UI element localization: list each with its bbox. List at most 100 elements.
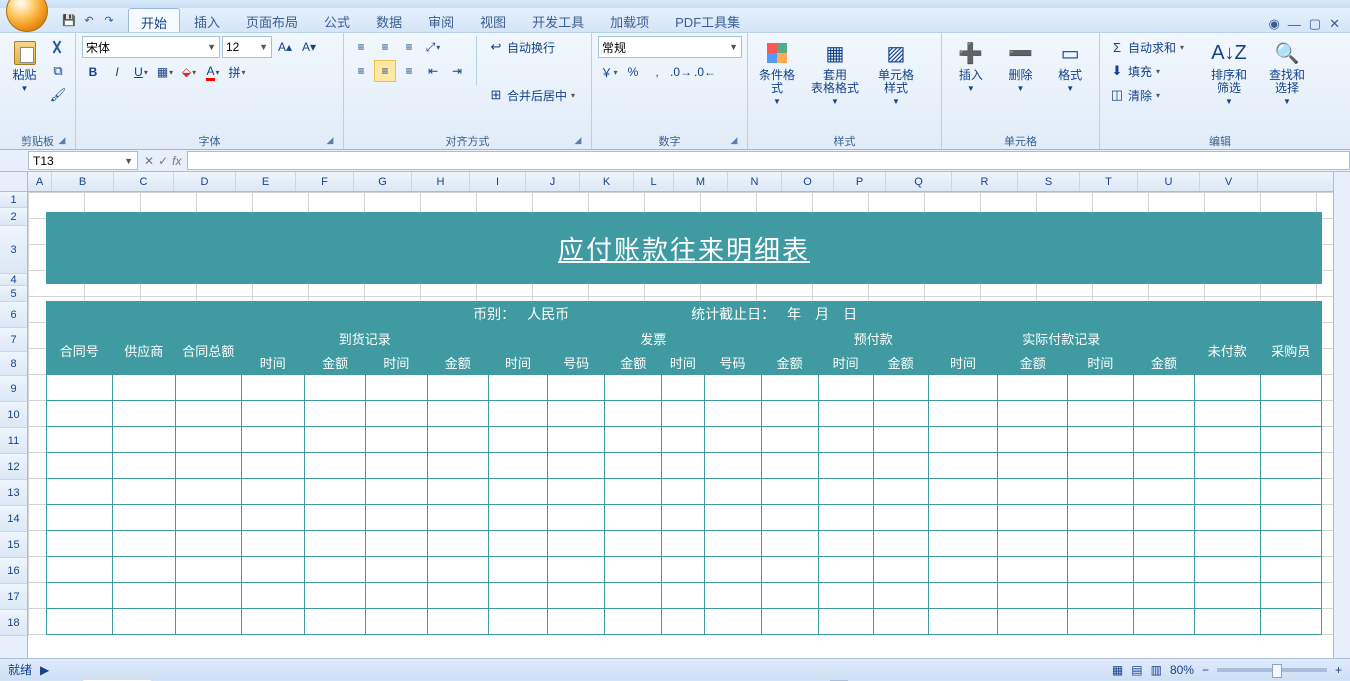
table-cell[interactable]: [605, 453, 662, 479]
table-cell[interactable]: [662, 557, 704, 583]
table-cell[interactable]: [928, 427, 998, 453]
col-header[interactable]: E: [236, 172, 296, 191]
row-header[interactable]: 5: [0, 286, 27, 302]
table-cell[interactable]: [998, 505, 1068, 531]
cancel-formula-icon[interactable]: ✕: [144, 154, 154, 168]
table-cell[interactable]: [548, 505, 605, 531]
name-box[interactable]: T13▼: [28, 151, 138, 170]
table-cell[interactable]: [704, 531, 761, 557]
col-header[interactable]: B: [52, 172, 114, 191]
table-cell[interactable]: [427, 479, 488, 505]
row-header[interactable]: 3: [0, 226, 27, 274]
table-cell[interactable]: [704, 557, 761, 583]
row-header[interactable]: 1: [0, 192, 27, 208]
qat-undo-icon[interactable]: ↶: [80, 11, 98, 29]
autosum-button[interactable]: Σ自动求和: [1106, 36, 1198, 58]
table-cell[interactable]: [662, 479, 704, 505]
table-cell[interactable]: [241, 479, 304, 505]
col-header[interactable]: R: [952, 172, 1018, 191]
table-cell[interactable]: [427, 583, 488, 609]
table-cell[interactable]: [488, 609, 547, 635]
table-cell[interactable]: [605, 609, 662, 635]
table-cell[interactable]: [1195, 505, 1261, 531]
ribbon-tab-5[interactable]: 审阅: [416, 8, 466, 32]
table-cell[interactable]: [488, 401, 547, 427]
borders-button[interactable]: ▦: [154, 61, 176, 83]
table-cell[interactable]: [427, 557, 488, 583]
table-cell[interactable]: [304, 427, 365, 453]
table-cell[interactable]: [548, 557, 605, 583]
help-icon[interactable]: ◉: [1268, 16, 1279, 32]
table-cell[interactable]: [47, 427, 113, 453]
row-header[interactable]: 2: [0, 208, 27, 226]
table-cell[interactable]: [761, 375, 818, 401]
table-cell[interactable]: [761, 479, 818, 505]
col-header[interactable]: M: [674, 172, 728, 191]
table-cell[interactable]: [1068, 583, 1134, 609]
view-pagebreak-icon[interactable]: ▥: [1151, 663, 1162, 677]
ribbon-tab-3[interactable]: 公式: [312, 8, 362, 32]
table-cell[interactable]: [1068, 479, 1134, 505]
table-cell[interactable]: [175, 609, 241, 635]
table-cell[interactable]: [704, 375, 761, 401]
table-cell[interactable]: [548, 531, 605, 557]
table-cell[interactable]: [818, 401, 873, 427]
decrease-indent-button[interactable]: ⇤: [422, 60, 444, 82]
table-cell[interactable]: [1260, 401, 1321, 427]
table-cell[interactable]: [241, 531, 304, 557]
table-cell[interactable]: [488, 531, 547, 557]
table-cell[interactable]: [175, 375, 241, 401]
table-cell[interactable]: [366, 505, 427, 531]
dialog-launcher-icon[interactable]: ◢: [323, 135, 337, 149]
table-cell[interactable]: [928, 375, 998, 401]
table-cell[interactable]: [818, 479, 873, 505]
col-header[interactable]: I: [470, 172, 526, 191]
italic-button[interactable]: I: [106, 61, 128, 83]
table-cell[interactable]: [427, 453, 488, 479]
table-cell[interactable]: [1133, 479, 1194, 505]
table-cell[interactable]: [47, 453, 113, 479]
col-header[interactable]: N: [728, 172, 782, 191]
table-cell[interactable]: [112, 505, 175, 531]
table-cell[interactable]: [304, 401, 365, 427]
table-cell[interactable]: [761, 609, 818, 635]
table-cell[interactable]: [241, 375, 304, 401]
table-cell[interactable]: [175, 453, 241, 479]
table-cell[interactable]: [488, 479, 547, 505]
table-cell[interactable]: [928, 609, 998, 635]
table-cell[interactable]: [818, 609, 873, 635]
ribbon-tab-8[interactable]: 加载项: [598, 8, 661, 32]
find-select-button[interactable]: 🔍查找和 选择▼: [1260, 36, 1314, 106]
table-cell[interactable]: [488, 583, 547, 609]
table-cell[interactable]: [605, 375, 662, 401]
col-header[interactable]: J: [526, 172, 580, 191]
table-cell[interactable]: [112, 427, 175, 453]
table-cell[interactable]: [704, 453, 761, 479]
table-cell[interactable]: [761, 505, 818, 531]
table-cell[interactable]: [928, 401, 998, 427]
table-cell[interactable]: [1195, 609, 1261, 635]
table-cell[interactable]: [1260, 583, 1321, 609]
table-cell[interactable]: [175, 557, 241, 583]
increase-decimal-button[interactable]: .0→: [670, 61, 692, 83]
col-header[interactable]: F: [296, 172, 354, 191]
table-cell[interactable]: [998, 453, 1068, 479]
table-cell[interactable]: [304, 531, 365, 557]
table-cell[interactable]: [1133, 375, 1194, 401]
table-cell[interactable]: [304, 557, 365, 583]
table-cell[interactable]: [662, 609, 704, 635]
table-cell[interactable]: [304, 479, 365, 505]
table-cell[interactable]: [662, 453, 704, 479]
table-cell[interactable]: [662, 531, 704, 557]
row-header[interactable]: 10: [0, 402, 27, 428]
table-cell[interactable]: [175, 531, 241, 557]
table-cell[interactable]: [488, 453, 547, 479]
paste-button[interactable]: 粘贴 ▼: [6, 36, 43, 93]
shrink-font-button[interactable]: A▾: [298, 36, 320, 58]
table-cell[interactable]: [761, 427, 818, 453]
table-cell[interactable]: [488, 557, 547, 583]
zoom-out-button[interactable]: −: [1202, 663, 1209, 677]
table-cell[interactable]: [704, 583, 761, 609]
table-cell[interactable]: [548, 401, 605, 427]
underline-button[interactable]: U: [130, 61, 152, 83]
